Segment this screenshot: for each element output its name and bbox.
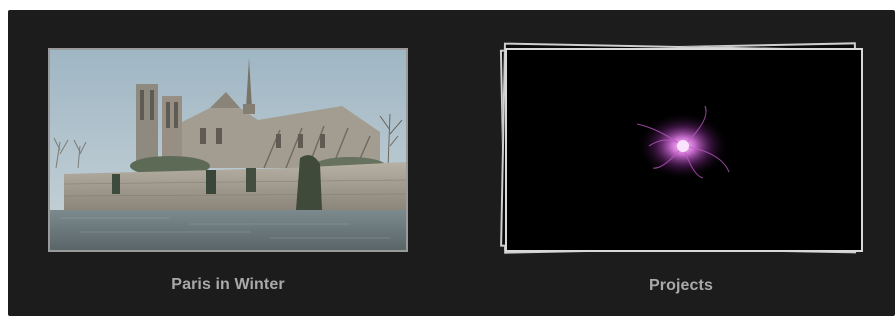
event-tile-paris-in-winter[interactable]: Paris in Winter [48, 48, 408, 293]
event-thumbnail[interactable] [505, 48, 863, 252]
event-tile-projects[interactable]: Projects [496, 40, 866, 294]
event-browser: Paris in Winter Projects [8, 10, 895, 316]
event-title: Paris in Winter [171, 276, 285, 293]
event-title: Projects [649, 277, 713, 294]
event-thumbnail[interactable] [48, 48, 408, 252]
particle-nebula-icon [507, 50, 861, 250]
cathedral-photo-icon [50, 50, 406, 250]
